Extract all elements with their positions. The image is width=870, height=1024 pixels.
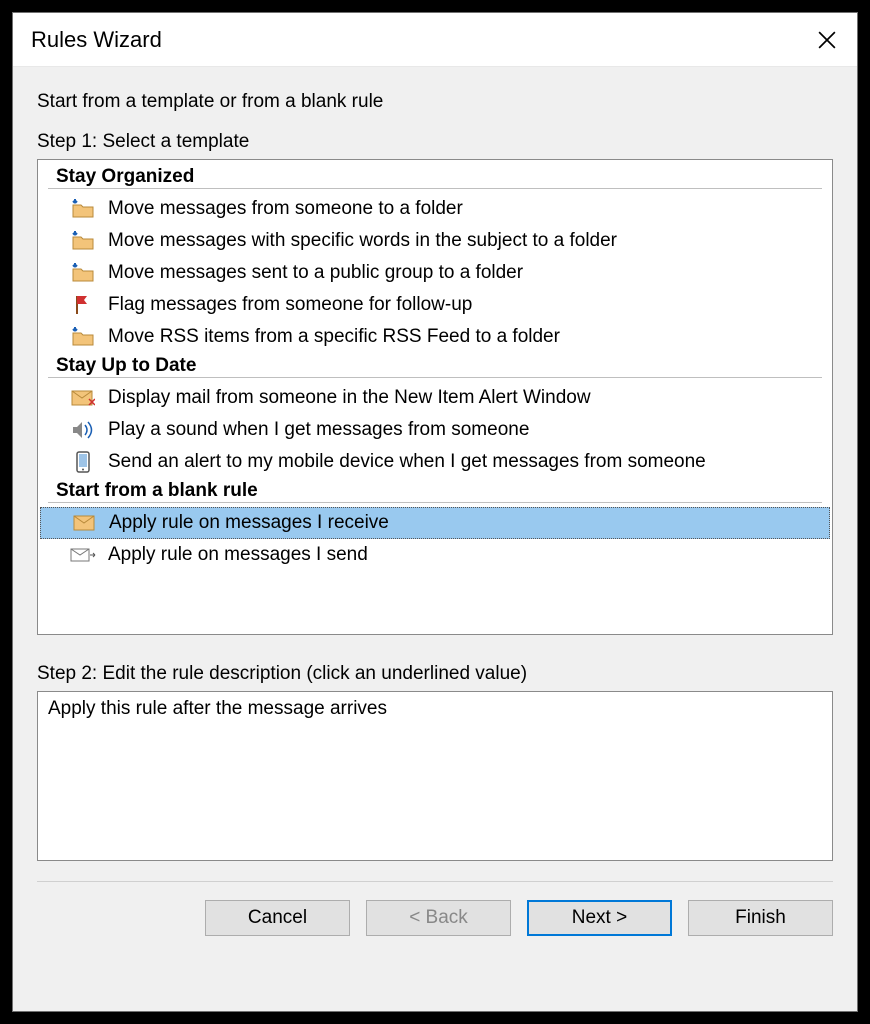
folder-move-icon: [68, 327, 98, 347]
template-item[interactable]: Move messages from someone to a folder: [40, 193, 830, 225]
template-label: Move messages from someone to a folder: [108, 198, 463, 220]
folder-move-icon: [68, 199, 98, 219]
folder-move-icon: [68, 231, 98, 251]
template-list[interactable]: Stay Organized Move messages from someon…: [37, 159, 833, 635]
close-button[interactable]: [797, 13, 857, 67]
group-header-stay-up-to-date: Stay Up to Date: [48, 353, 822, 378]
template-item-send[interactable]: Apply rule on messages I send: [40, 539, 830, 571]
folder-move-icon: [68, 263, 98, 283]
flag-icon: [68, 294, 98, 316]
template-item[interactable]: Move messages sent to a public group to …: [40, 257, 830, 289]
rules-wizard-dialog: Rules Wizard Start from a template or fr…: [12, 12, 858, 1012]
template-item[interactable]: Play a sound when I get messages from so…: [40, 414, 830, 446]
template-label: Apply rule on messages I receive: [109, 512, 389, 534]
window-title: Rules Wizard: [31, 27, 797, 53]
template-item[interactable]: Send an alert to my mobile device when I…: [40, 446, 830, 478]
template-label: Move messages with specific words in the…: [108, 230, 617, 252]
envelope-in-icon: [69, 515, 99, 531]
template-item[interactable]: Flag messages from someone for follow-up: [40, 289, 830, 321]
group-header-stay-organized: Stay Organized: [48, 164, 822, 189]
cancel-button[interactable]: Cancel: [205, 900, 350, 936]
template-label: Move messages sent to a public group to …: [108, 262, 523, 284]
instruction-text: Start from a template or from a blank ru…: [37, 91, 833, 113]
back-button[interactable]: < Back: [366, 900, 511, 936]
template-label: Display mail from someone in the New Ite…: [108, 387, 591, 409]
template-item[interactable]: Move RSS items from a specific RSS Feed …: [40, 321, 830, 353]
mail-alert-icon: [68, 389, 98, 407]
dialog-content: Start from a template or from a blank ru…: [13, 67, 857, 1011]
template-item[interactable]: Move messages with specific words in the…: [40, 225, 830, 257]
step2-label: Step 2: Edit the rule description (click…: [37, 663, 833, 685]
template-label: Move RSS items from a specific RSS Feed …: [108, 326, 560, 348]
button-row: Cancel < Back Next > Finish: [37, 881, 833, 942]
template-label: Send an alert to my mobile device when I…: [108, 451, 706, 473]
template-label: Play a sound when I get messages from so…: [108, 419, 529, 441]
finish-button[interactable]: Finish: [688, 900, 833, 936]
rule-description-text: Apply this rule after the message arrive…: [48, 698, 387, 719]
step1-label: Step 1: Select a template: [37, 131, 833, 153]
sound-icon: [68, 420, 98, 440]
close-icon: [818, 31, 836, 49]
template-label: Flag messages from someone for follow-up: [108, 294, 472, 316]
mobile-icon: [68, 451, 98, 473]
next-button[interactable]: Next >: [527, 900, 672, 936]
rule-description-box[interactable]: Apply this rule after the message arrive…: [37, 691, 833, 861]
envelope-out-icon: [68, 547, 98, 563]
template-label: Apply rule on messages I send: [108, 544, 368, 566]
group-header-blank-rule: Start from a blank rule: [48, 478, 822, 503]
template-item[interactable]: Display mail from someone in the New Ite…: [40, 382, 830, 414]
template-item-receive[interactable]: Apply rule on messages I receive: [40, 507, 830, 539]
titlebar: Rules Wizard: [13, 13, 857, 67]
